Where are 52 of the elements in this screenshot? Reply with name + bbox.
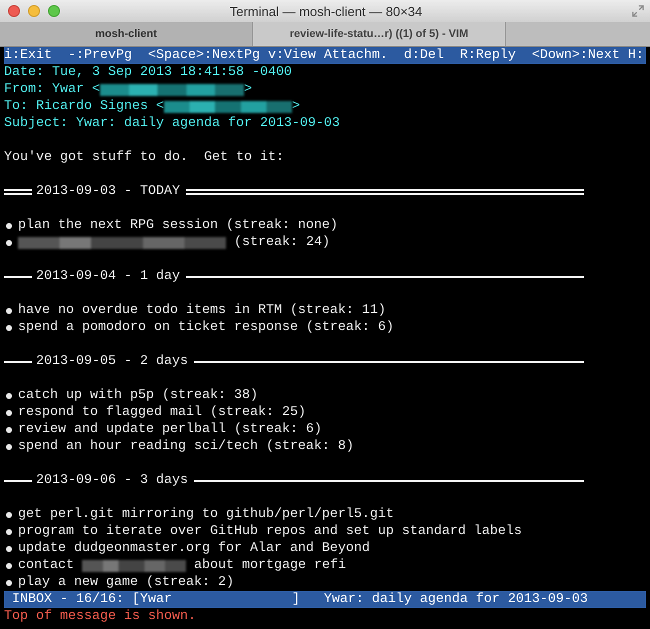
bullet-icon bbox=[6, 410, 12, 416]
bullet-icon bbox=[6, 308, 12, 314]
agenda-item: play a new game (streak: 2) bbox=[18, 574, 234, 591]
agenda-item: review and update perlball (streak: 6) bbox=[18, 421, 322, 438]
agenda-item: plan the next RPG session (streak: none) bbox=[18, 217, 338, 234]
bullet-icon bbox=[6, 426, 12, 432]
bullet-icon bbox=[6, 392, 12, 398]
agenda-item: have no overdue todo items in RTM (streak: 11) bbox=[18, 302, 386, 319]
minimize-button[interactable] bbox=[28, 5, 40, 17]
bullet-icon bbox=[6, 580, 12, 586]
bullet-icon bbox=[6, 562, 12, 568]
body-text: You've got stuff to do. Get to it: bbox=[4, 149, 284, 166]
header-text: To: Ricardo Signes < bbox=[4, 98, 164, 115]
bullet-icon bbox=[6, 324, 12, 330]
section-date: 2013-09-04 - 1 day bbox=[36, 268, 180, 285]
agenda-item: respond to flagged mail (streak: 25) bbox=[18, 404, 306, 421]
agenda-item: contact bbox=[18, 557, 75, 574]
section-date: 2013-09-03 - TODAY bbox=[36, 183, 180, 200]
divider-rule bbox=[4, 188, 32, 194]
agenda-item: spend an hour reading sci/tech (streak: 8) bbox=[18, 438, 354, 455]
help-bar: i:Exit -:PrevPg <Space>:NextPg v:View Attachm. d:Del R:Reply <Down>:Next H: bbox=[4, 47, 646, 64]
bullet-icon bbox=[6, 512, 12, 518]
header-text: From: Ywar < bbox=[4, 81, 100, 98]
bullet-icon bbox=[6, 444, 12, 450]
index-status-bar: INBOX - 16/16: [Ywar ] Ywar: daily agenda for 2013-09-03 bbox=[4, 591, 646, 608]
header-text: > bbox=[244, 81, 252, 98]
bullet-icon bbox=[6, 528, 12, 534]
agenda-item: program to iterate over GitHub repos and set up standard labels bbox=[18, 523, 522, 540]
section-date: 2013-09-05 - 2 days bbox=[36, 353, 188, 370]
bullet-icon bbox=[6, 222, 12, 228]
divider-rule bbox=[4, 480, 32, 482]
header-text: Subject: Ywar: daily agenda for 2013-09-03 bbox=[4, 115, 340, 132]
window-title: Terminal — mosh-client — 80×34 bbox=[228, 4, 424, 18]
section-date: 2013-09-06 - 3 days bbox=[36, 472, 188, 489]
agenda-item: about mortgage refi bbox=[192, 557, 346, 574]
agenda-item: get perl.git mirroring to github/perl/perl5.git bbox=[18, 506, 394, 523]
bullet-icon bbox=[6, 546, 12, 552]
close-button[interactable] bbox=[8, 5, 20, 17]
agenda-item: catch up with p5p (streak: 38) bbox=[18, 387, 258, 404]
zoom-button[interactable] bbox=[48, 5, 60, 17]
status-message: Top of message is shown. bbox=[4, 608, 197, 625]
header-text: > bbox=[292, 98, 300, 115]
tab[interactable]: mosh-client bbox=[0, 22, 253, 46]
divider-rule bbox=[4, 276, 32, 278]
agenda-item: (streak: 24) bbox=[232, 234, 330, 251]
fullscreen-icon[interactable] bbox=[632, 5, 644, 17]
agenda-item: spend a pomodoro on ticket response (streak: 6) bbox=[18, 319, 394, 336]
bullet-icon bbox=[6, 240, 12, 246]
agenda-item: update dudgeonmaster.org for Alar and Beyond bbox=[18, 540, 370, 557]
header-text: Date: Tue, 3 Sep 2013 18:41:58 -0400 bbox=[4, 64, 292, 81]
divider-rule bbox=[4, 360, 32, 362]
tab[interactable]: review-life-statu…r) ((1) of 5) - VIM bbox=[253, 22, 506, 46]
